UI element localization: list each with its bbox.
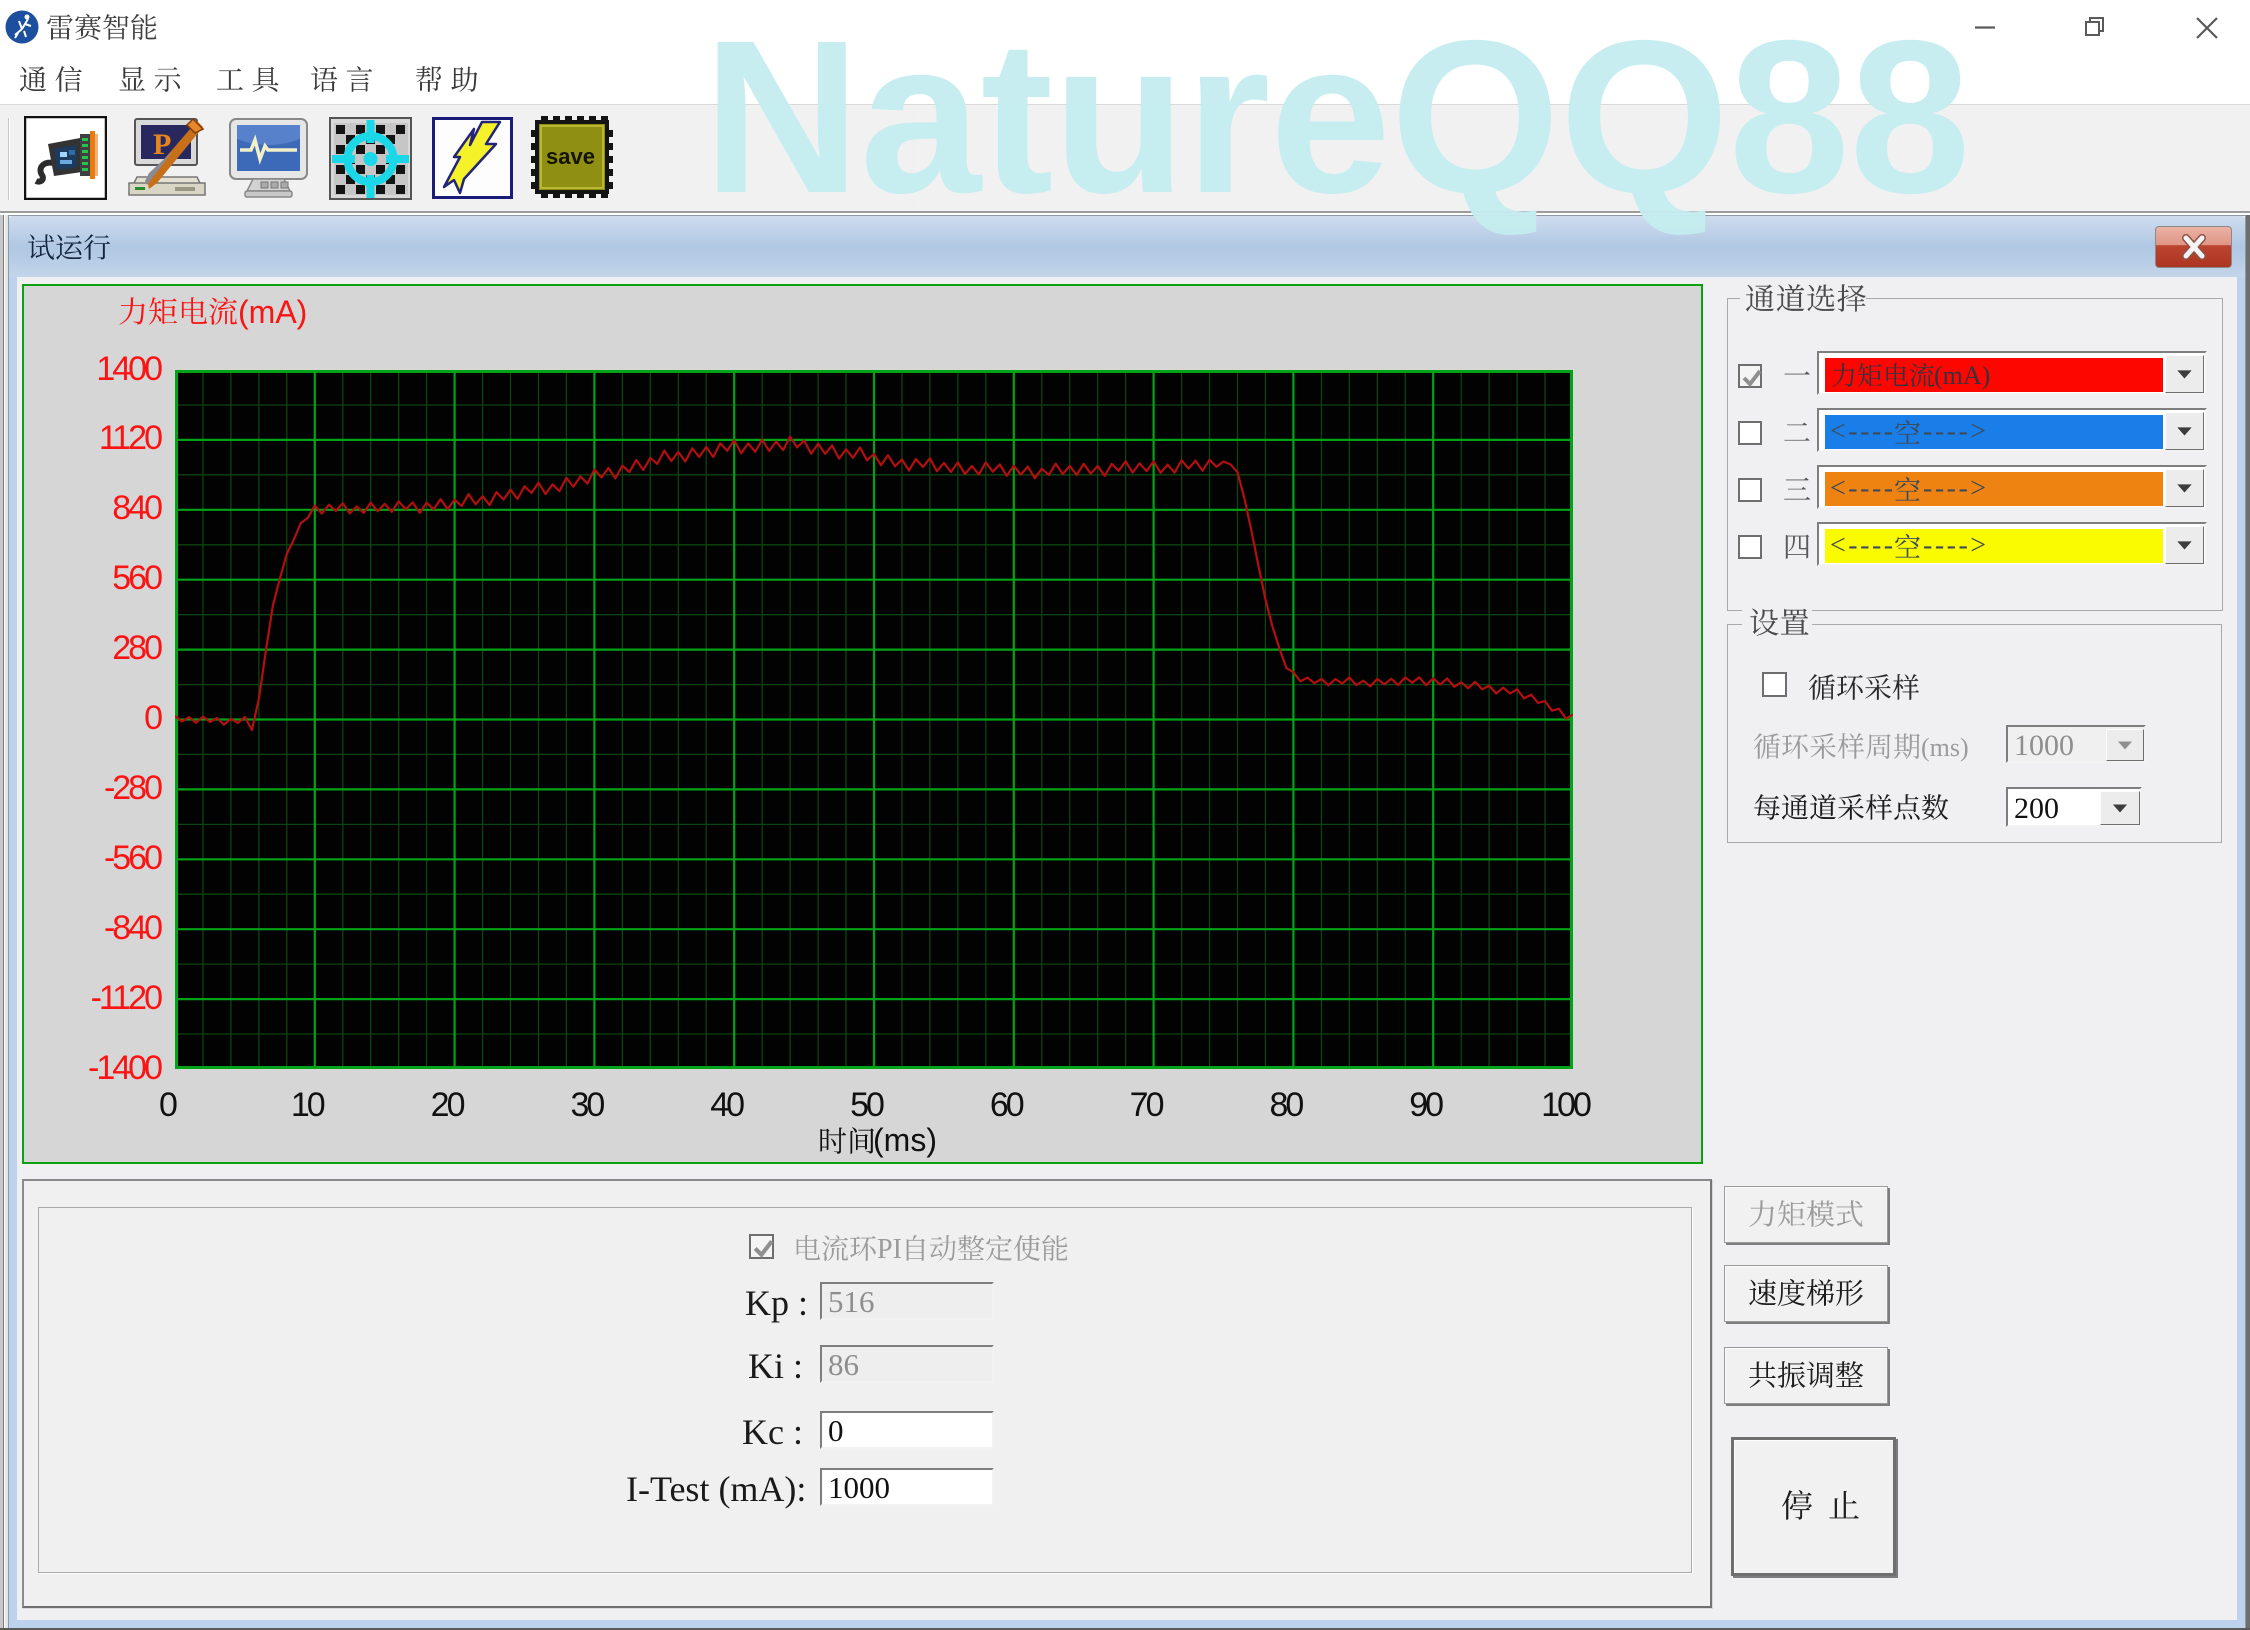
svg-text:save: save [546, 144, 595, 169]
